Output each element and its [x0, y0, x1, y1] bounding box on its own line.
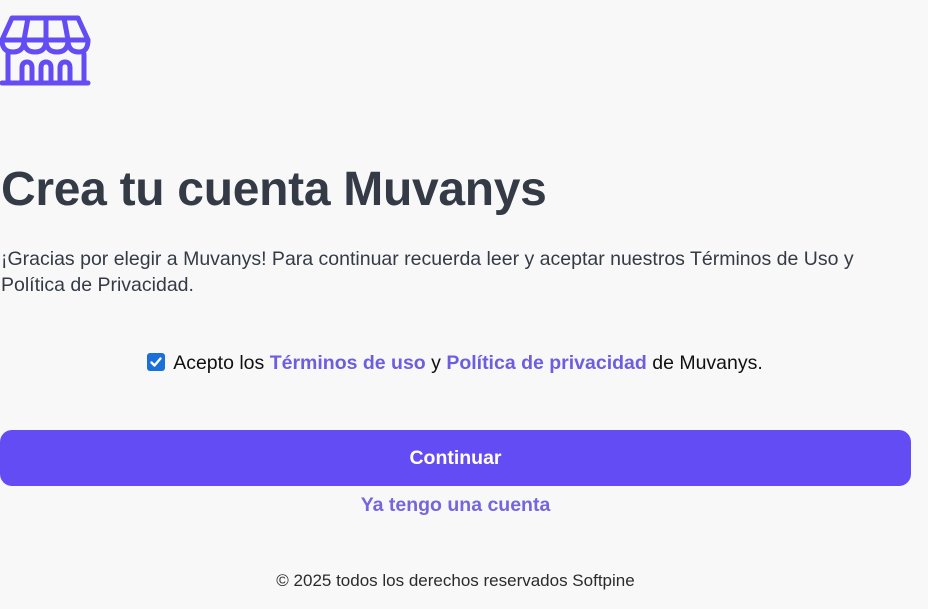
- storefront-icon: [0, 14, 92, 86]
- privacy-policy-link[interactable]: Política de privacidad: [446, 352, 646, 374]
- terms-of-use-link[interactable]: Términos de uso: [270, 352, 426, 374]
- check-icon: [150, 357, 162, 367]
- terms-consent-row: Acepto los Términos de uso y Política de…: [0, 350, 910, 376]
- footer-copyright: © 2025 todos los derechos reservados Sof…: [276, 571, 635, 590]
- page-title: Crea tu cuenta Muvanys: [1, 163, 547, 216]
- continue-button[interactable]: Continuar: [0, 430, 911, 486]
- signup-page: Crea tu cuenta Muvanys ¡Gracias por eleg…: [0, 0, 928, 609]
- intro-text: ¡Gracias por elegir a Muvanys! Para cont…: [1, 248, 854, 296]
- terms-conjunction: y: [431, 352, 441, 374]
- terms-suffix: de Muvanys.: [652, 352, 763, 374]
- have-account-link[interactable]: Ya tengo una cuenta: [0, 492, 911, 518]
- terms-prefix: Acepto los: [173, 352, 265, 374]
- terms-checkbox[interactable]: [147, 353, 166, 371]
